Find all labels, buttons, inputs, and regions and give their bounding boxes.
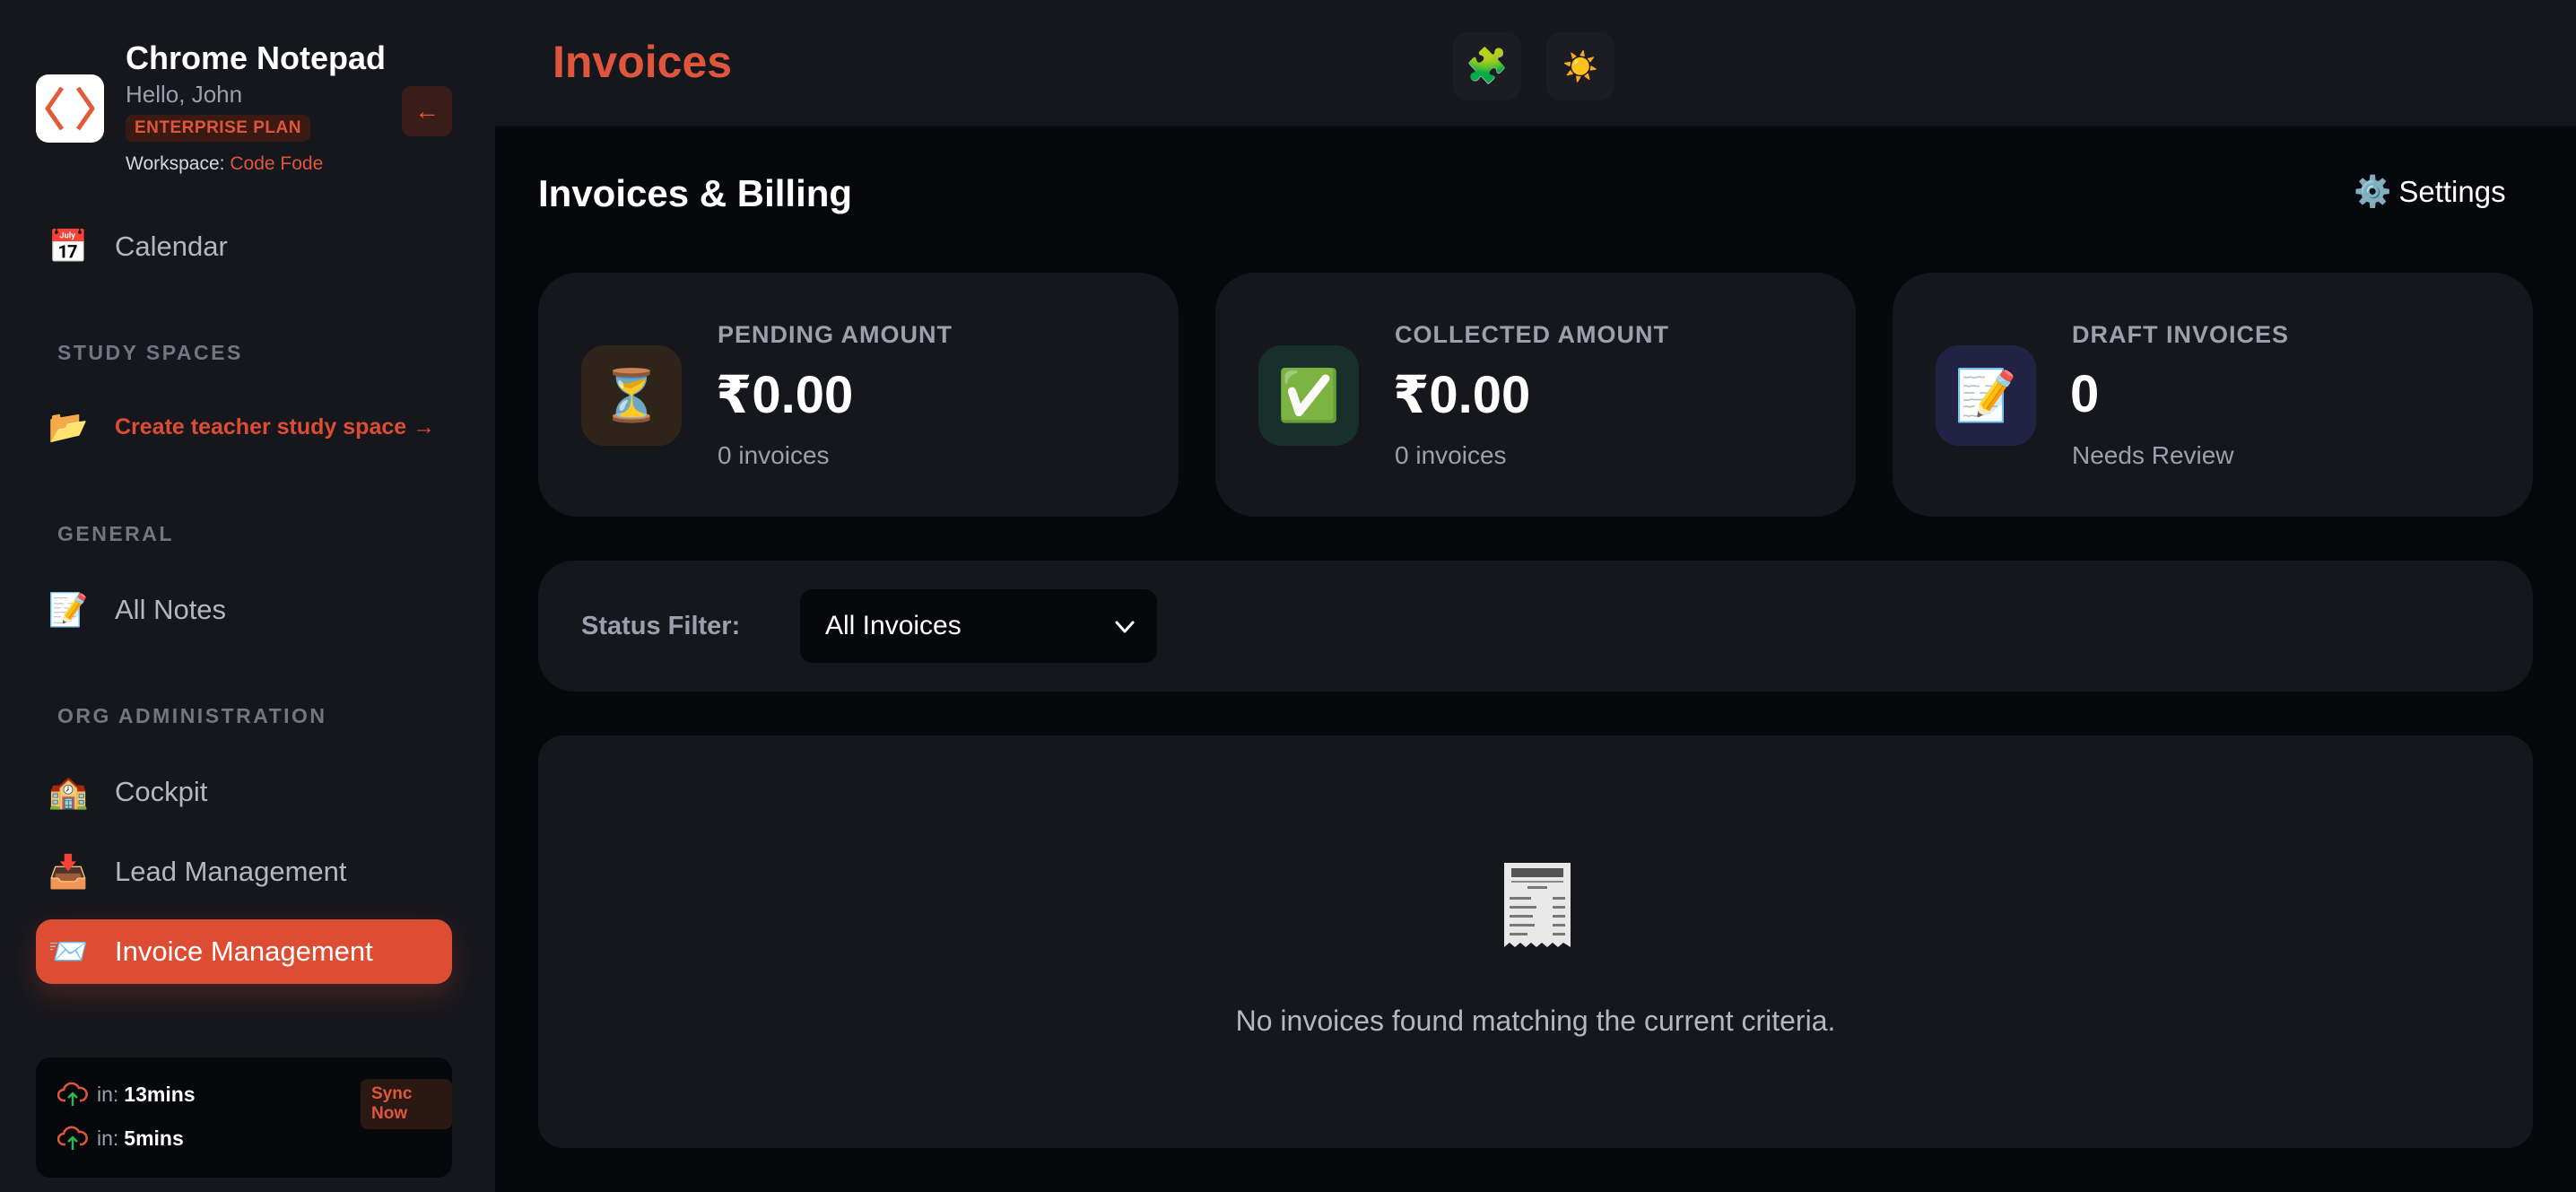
empty-state-message: No invoices found matching the current c… xyxy=(1235,1005,1836,1037)
stat-value: 0 xyxy=(2070,365,2100,423)
sidebar-item-lead-management[interactable]: 📥 Lead Management xyxy=(36,840,452,904)
sync-row-prefix: in: xyxy=(97,1126,119,1150)
invoice-list-empty-state: No invoices found matching the current c… xyxy=(538,735,2533,1148)
chevron-down-icon xyxy=(1115,621,1135,633)
sync-row-time: 5mins xyxy=(124,1126,184,1150)
stat-subtext: 0 invoices xyxy=(718,441,830,469)
sidebar-item-cockpit[interactable]: 🏫 Cockpit xyxy=(36,760,452,824)
filter-bar: Status Filter: All Invoices xyxy=(538,561,2533,692)
memo-icon: 📝 xyxy=(1936,345,2036,446)
sync-row-download: in: 5mins xyxy=(57,1125,184,1152)
top-header: Invoices 🧩 ☀️ xyxy=(495,0,2576,127)
sidebar: Chrome Notepad Hello, John ENTERPRISE PL… xyxy=(0,0,495,1192)
sync-row-upload: in: 13mins xyxy=(57,1081,196,1108)
cloud-upload-icon xyxy=(57,1082,88,1106)
sync-status-panel: in: 13mins in: 5mins Sync Now xyxy=(36,1057,452,1178)
folder-icon: 📂 xyxy=(48,408,89,445)
sidebar-item-invoice-management[interactable]: 📨 Invoice Management xyxy=(36,919,452,984)
check-mark-icon: ✅ xyxy=(1258,345,1359,446)
incoming-envelope-icon: 📨 xyxy=(48,933,89,970)
settings-label: Settings xyxy=(2398,175,2506,208)
stat-value: ₹0.00 xyxy=(716,366,854,424)
create-study-space-label: Create teacher study space → xyxy=(115,413,436,439)
status-filter-value: All Invoices xyxy=(825,611,962,640)
create-study-space-link[interactable]: 📂 Create teacher study space → xyxy=(36,395,452,459)
status-filter-select[interactable]: All Invoices xyxy=(800,589,1157,663)
main-content: Invoices & Billing ⚙️ Settings ⏳ PENDING… xyxy=(495,127,2576,1192)
page-title: Invoices xyxy=(553,37,733,87)
sidebar-item-label: All Notes xyxy=(115,594,227,625)
school-icon: 🏫 xyxy=(48,773,89,810)
sync-row-time: 13mins xyxy=(124,1082,196,1106)
status-filter-label: Status Filter: xyxy=(581,612,741,640)
sun-icon: ☀️ xyxy=(1562,50,1598,83)
section-label-general: GENERAL xyxy=(57,522,174,545)
stat-card-drafts: 📝 DRAFT INVOICES 0 Needs Review xyxy=(1893,273,2533,517)
workspace-label: Workspace: xyxy=(126,153,225,174)
sync-row-prefix: in: xyxy=(97,1082,119,1106)
memo-icon: 📝 xyxy=(48,591,89,628)
stat-card-pending: ⏳ PENDING AMOUNT ₹0.00 0 invoices xyxy=(538,273,1179,517)
section-heading: Invoices & Billing xyxy=(538,172,853,214)
cloud-sync-icon xyxy=(57,1126,88,1150)
app-logo xyxy=(36,74,104,143)
sync-now-button[interactable]: Sync Now xyxy=(361,1079,452,1129)
user-greeting: Hello, John xyxy=(126,81,243,108)
sidebar-item-label: Calendar xyxy=(115,231,228,262)
workspace-info: Workspace: Code Fode xyxy=(126,153,323,175)
plan-badge: ENTERPRISE PLAN xyxy=(126,115,310,142)
puzzle-icon: 🧩 xyxy=(1466,48,1509,85)
stat-label: DRAFT INVOICES xyxy=(2072,321,2290,348)
extensions-button[interactable]: 🧩 xyxy=(1453,32,1521,100)
sidebar-item-calendar[interactable]: 📅 Calendar xyxy=(36,214,452,279)
stat-subtext: 0 invoices xyxy=(1395,441,1507,469)
calendar-icon: 📅 xyxy=(48,228,89,265)
stat-value: ₹0.00 xyxy=(1393,366,1531,424)
sidebar-item-label: Lead Management xyxy=(115,856,347,887)
settings-button[interactable]: ⚙️ Settings xyxy=(2354,174,2506,210)
app-title: Chrome Notepad xyxy=(126,39,387,76)
stat-label: COLLECTED AMOUNT xyxy=(1395,321,1669,348)
stat-card-collected: ✅ COLLECTED AMOUNT ₹0.00 0 invoices xyxy=(1215,273,1856,517)
stat-subtext: Needs Review xyxy=(2072,441,2234,469)
section-label-org-administration: ORG ADMINISTRATION xyxy=(57,704,327,727)
workspace-name[interactable]: Code Fode xyxy=(230,153,323,174)
stat-label: PENDING AMOUNT xyxy=(718,321,953,348)
collapse-sidebar-button[interactable]: ← xyxy=(402,86,452,136)
theme-toggle-button[interactable]: ☀️ xyxy=(1546,32,1614,100)
arrow-left-icon: ← xyxy=(414,97,439,125)
receipt-icon xyxy=(1504,863,1571,947)
section-label-study-spaces: STUDY SPACES xyxy=(57,341,243,364)
hourglass-icon: ⏳ xyxy=(581,345,682,446)
gear-icon: ⚙️ xyxy=(2354,175,2392,209)
sidebar-item-all-notes[interactable]: 📝 All Notes xyxy=(36,578,452,642)
app-root: Chrome Notepad Hello, John ENTERPRISE PL… xyxy=(0,0,2576,1192)
sidebar-item-label: Invoice Management xyxy=(115,935,373,967)
code-logo-icon xyxy=(45,86,95,131)
inbox-tray-icon: 📥 xyxy=(48,853,89,890)
sidebar-item-label: Cockpit xyxy=(115,776,208,807)
